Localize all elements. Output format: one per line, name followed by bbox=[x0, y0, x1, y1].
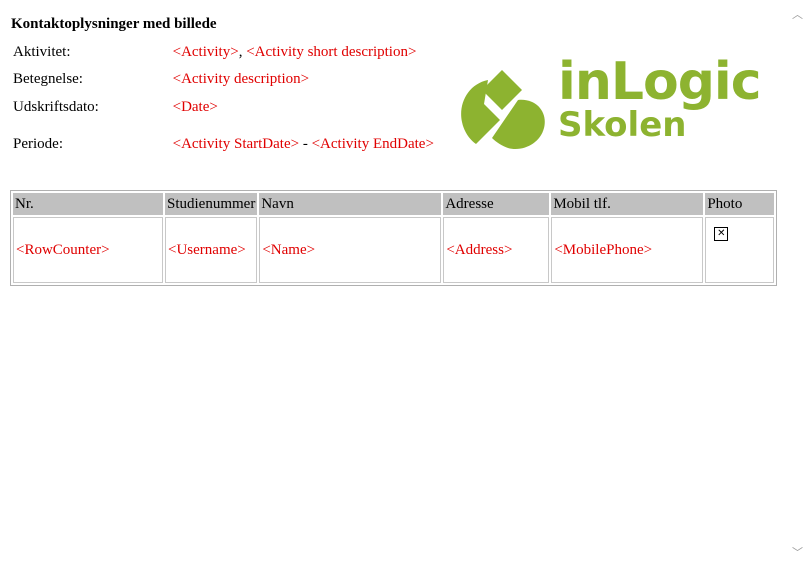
activity-short-description-placeholder: <Activity short description> bbox=[246, 43, 417, 60]
table-header-row: Nr. Studienummer Navn Adresse Mobil tlf.… bbox=[13, 193, 774, 215]
logo-mark-icon bbox=[461, 70, 545, 150]
vertical-scrollbar[interactable]: ︿ ﹀ bbox=[789, 0, 805, 570]
periode-label: Periode: bbox=[13, 135, 63, 152]
logo-line2: Skolen bbox=[558, 105, 687, 145]
periode-start: <Activity StartDate> bbox=[172, 135, 300, 152]
betegnelse-label: Betegnelse: bbox=[13, 70, 83, 87]
col-mobil: Mobil tlf. bbox=[551, 193, 704, 215]
inlogic-skolen-logo: inLogic Skolen bbox=[458, 56, 762, 150]
col-adresse: Adresse bbox=[443, 193, 550, 215]
cell-address: <Address> bbox=[443, 217, 550, 283]
col-nr: Nr. bbox=[13, 193, 163, 215]
cell-name: <Name> bbox=[259, 217, 442, 283]
logo-line1: inLogic bbox=[558, 52, 762, 112]
scroll-down-icon[interactable]: ﹀ bbox=[792, 544, 803, 560]
udskriftsdato-label: Udskriftsdato: bbox=[13, 98, 99, 115]
col-studienummer: Studienummer bbox=[165, 193, 258, 215]
cell-photo: ✕ bbox=[705, 217, 774, 283]
col-photo: Photo bbox=[705, 193, 774, 215]
col-navn: Navn bbox=[259, 193, 442, 215]
cell-mobilephone: <MobilePhone> bbox=[551, 217, 704, 283]
cell-rowcounter: <RowCounter> bbox=[13, 217, 163, 283]
cell-username: <Username> bbox=[165, 217, 258, 283]
aktivitet-value: <Activity>, <Activity short description> bbox=[173, 40, 439, 64]
periode-end: <Activity EndDate> bbox=[311, 135, 434, 152]
broken-image-icon: ✕ bbox=[714, 227, 729, 241]
scroll-up-icon[interactable]: ︿ bbox=[792, 6, 803, 22]
activity-info-table: Aktivitet: <Activity>, <Activity short d… bbox=[11, 38, 441, 168]
udskriftsdato-value: <Date> bbox=[172, 98, 218, 115]
betegnelse-value: <Activity description> bbox=[172, 70, 310, 87]
report-page: Kontaktoplysninger med billede Aktivitet… bbox=[0, 0, 789, 570]
activity-placeholder: <Activity> bbox=[172, 43, 239, 60]
contact-table: Nr. Studienummer Navn Adresse Mobil tlf.… bbox=[10, 190, 777, 286]
table-row: <RowCounter> <Username> <Name> <Address>… bbox=[13, 217, 774, 283]
periode-separator: - bbox=[299, 135, 312, 152]
page-title: Kontaktoplysninger med billede bbox=[11, 16, 217, 32]
periode-value: <Activity StartDate> - <Activity EndDate… bbox=[173, 122, 439, 166]
aktivitet-label: Aktivitet: bbox=[13, 43, 71, 60]
